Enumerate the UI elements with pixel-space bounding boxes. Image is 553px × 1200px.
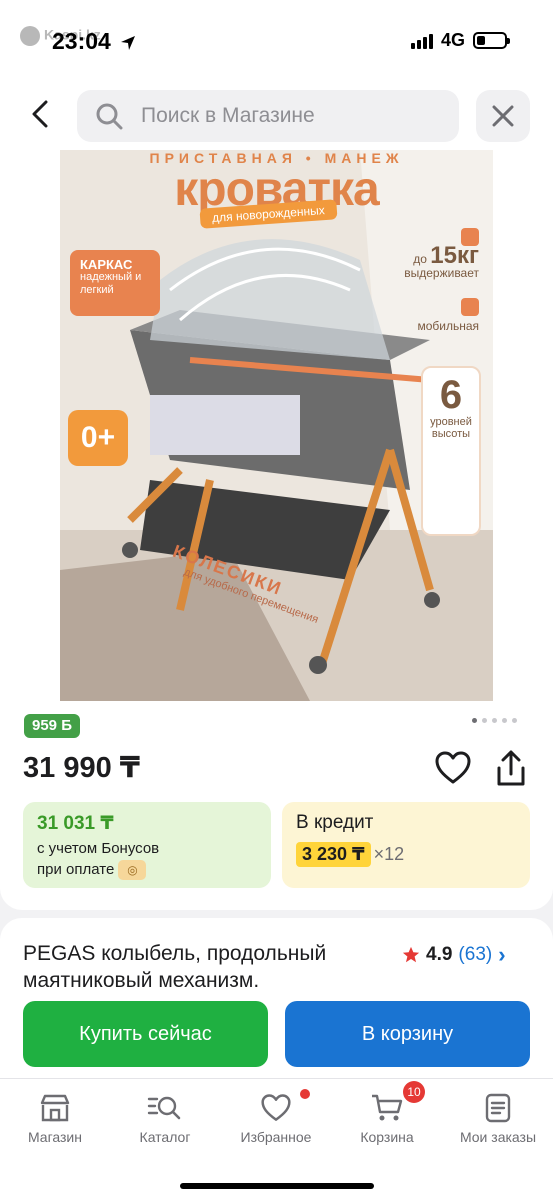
- tab-label: Корзина: [360, 1129, 414, 1145]
- weight-prefix: до: [413, 252, 427, 266]
- tab-favorites[interactable]: Избранное: [226, 1089, 326, 1145]
- star-icon: [402, 946, 420, 963]
- tab-label: Каталог: [139, 1129, 191, 1145]
- product-card: ПРИСТАВНАЯ • МАНЕЖ кроватка для новорожд…: [0, 150, 553, 910]
- credit-offer-card[interactable]: В кредит 3 230 ₸ ×12: [282, 802, 530, 888]
- product-image[interactable]: ПРИСТАВНАЯ • МАНЕЖ кроватка для новорожд…: [60, 150, 493, 701]
- frame-badge-text: надежный и легкий: [80, 271, 142, 296]
- check-icon: [461, 298, 479, 316]
- credit-amount: 3 230 ₸: [296, 842, 371, 867]
- bonus-description: с учетом Бонусов при оплате ◎: [37, 838, 257, 881]
- carousel-dot[interactable]: [502, 718, 507, 723]
- cart-count-badge: 10: [403, 1081, 425, 1103]
- review-count: (63): [458, 944, 493, 965]
- search-input[interactable]: [141, 90, 441, 142]
- catalog-icon: [115, 1091, 215, 1125]
- tab-orders[interactable]: Мои заказы: [448, 1091, 548, 1145]
- cart-icon: 10: [337, 1081, 437, 1125]
- tab-cart[interactable]: 10 Корзина: [337, 1081, 437, 1145]
- product-info-card: PEGAS колыбель, продольный маятниковый м…: [0, 918, 553, 1078]
- rating-value: 4.9: [426, 944, 453, 965]
- close-search-button[interactable]: [476, 90, 530, 142]
- battery-icon: [473, 32, 510, 49]
- tab-catalog[interactable]: Каталог: [115, 1091, 215, 1145]
- tab-label: Магазин: [27, 1129, 82, 1145]
- levels-text: уровней высоты: [430, 416, 472, 440]
- carousel-dots[interactable]: [472, 718, 517, 723]
- weight-feature: до 15кг выдерживает: [404, 228, 479, 280]
- carousel-dot[interactable]: [492, 718, 497, 723]
- levels-value: 6: [439, 373, 463, 417]
- rating[interactable]: 4.9 (63) ›: [402, 942, 506, 968]
- status-bar: Kaspi.kz 23:04 4G: [0, 0, 553, 80]
- tab-label: Избранное: [240, 1129, 312, 1145]
- favorites-dot: [300, 1089, 310, 1099]
- chevron-left-icon: [32, 100, 48, 128]
- levels-feature: 6 уровней высоты: [421, 366, 481, 536]
- tab-store[interactable]: Магазин: [5, 1091, 105, 1145]
- search-icon: [96, 103, 123, 130]
- home-indicator: [180, 1183, 374, 1189]
- status-indicators: 4G: [410, 30, 510, 51]
- bonus-badge: 959 Б: [24, 714, 80, 738]
- bonus-price: 31 031 ₸: [37, 813, 114, 834]
- frame-badge-title: КАРКАС: [80, 257, 133, 272]
- product-price: 31 990 ₸: [23, 752, 140, 784]
- credit-title: В кредит: [296, 812, 374, 833]
- bonus-offer-card[interactable]: 31 031 ₸ с учетом Бонусов при оплате ◎: [23, 802, 271, 888]
- tab-label: Мои заказы: [459, 1129, 537, 1145]
- bonus-coin-icon: ◎: [118, 860, 147, 881]
- bonus-line2: при оплате: [37, 861, 115, 878]
- chevron-right-icon: ›: [498, 942, 506, 967]
- search-box[interactable]: [77, 90, 459, 142]
- age-badge: 0+: [68, 410, 128, 466]
- store-icon: [5, 1091, 105, 1125]
- carousel-dot[interactable]: [512, 718, 517, 723]
- carousel-dot[interactable]: [472, 718, 477, 723]
- heart-icon: [435, 751, 471, 784]
- tab-bar: Магазин Каталог Избранное 10 Корзина Мои…: [0, 1078, 553, 1200]
- frame-badge: КАРКАС надежный и легкий: [70, 250, 160, 316]
- favorite-button[interactable]: [434, 750, 472, 786]
- heart-icon: [226, 1089, 326, 1125]
- close-icon: [492, 105, 514, 127]
- signal-icon: [410, 33, 433, 49]
- weight-text: выдерживает: [404, 266, 479, 280]
- status-time-text: 23:04: [52, 28, 111, 54]
- weight-value: 15кг: [430, 242, 479, 269]
- back-button[interactable]: [22, 96, 58, 132]
- orders-icon: [448, 1091, 548, 1125]
- share-button[interactable]: [494, 748, 528, 788]
- status-time: 23:04: [52, 28, 137, 55]
- share-icon: [497, 750, 525, 786]
- search-header: [0, 80, 553, 150]
- credit-multiplier: ×12: [373, 844, 405, 864]
- add-to-cart-button[interactable]: В корзину: [285, 1001, 530, 1067]
- network-type: 4G: [440, 30, 465, 50]
- location-arrow-icon: [121, 35, 136, 50]
- bonus-line1: с учетом Бонусов: [37, 840, 160, 857]
- mobile-feature: мобильная: [417, 298, 479, 333]
- mobile-text: мобильная: [417, 319, 479, 333]
- carousel-dot[interactable]: [482, 718, 487, 723]
- product-title: PEGAS колыбель, продольный маятниковый м…: [23, 942, 327, 992]
- buy-now-button[interactable]: Купить сейчас: [23, 1001, 268, 1067]
